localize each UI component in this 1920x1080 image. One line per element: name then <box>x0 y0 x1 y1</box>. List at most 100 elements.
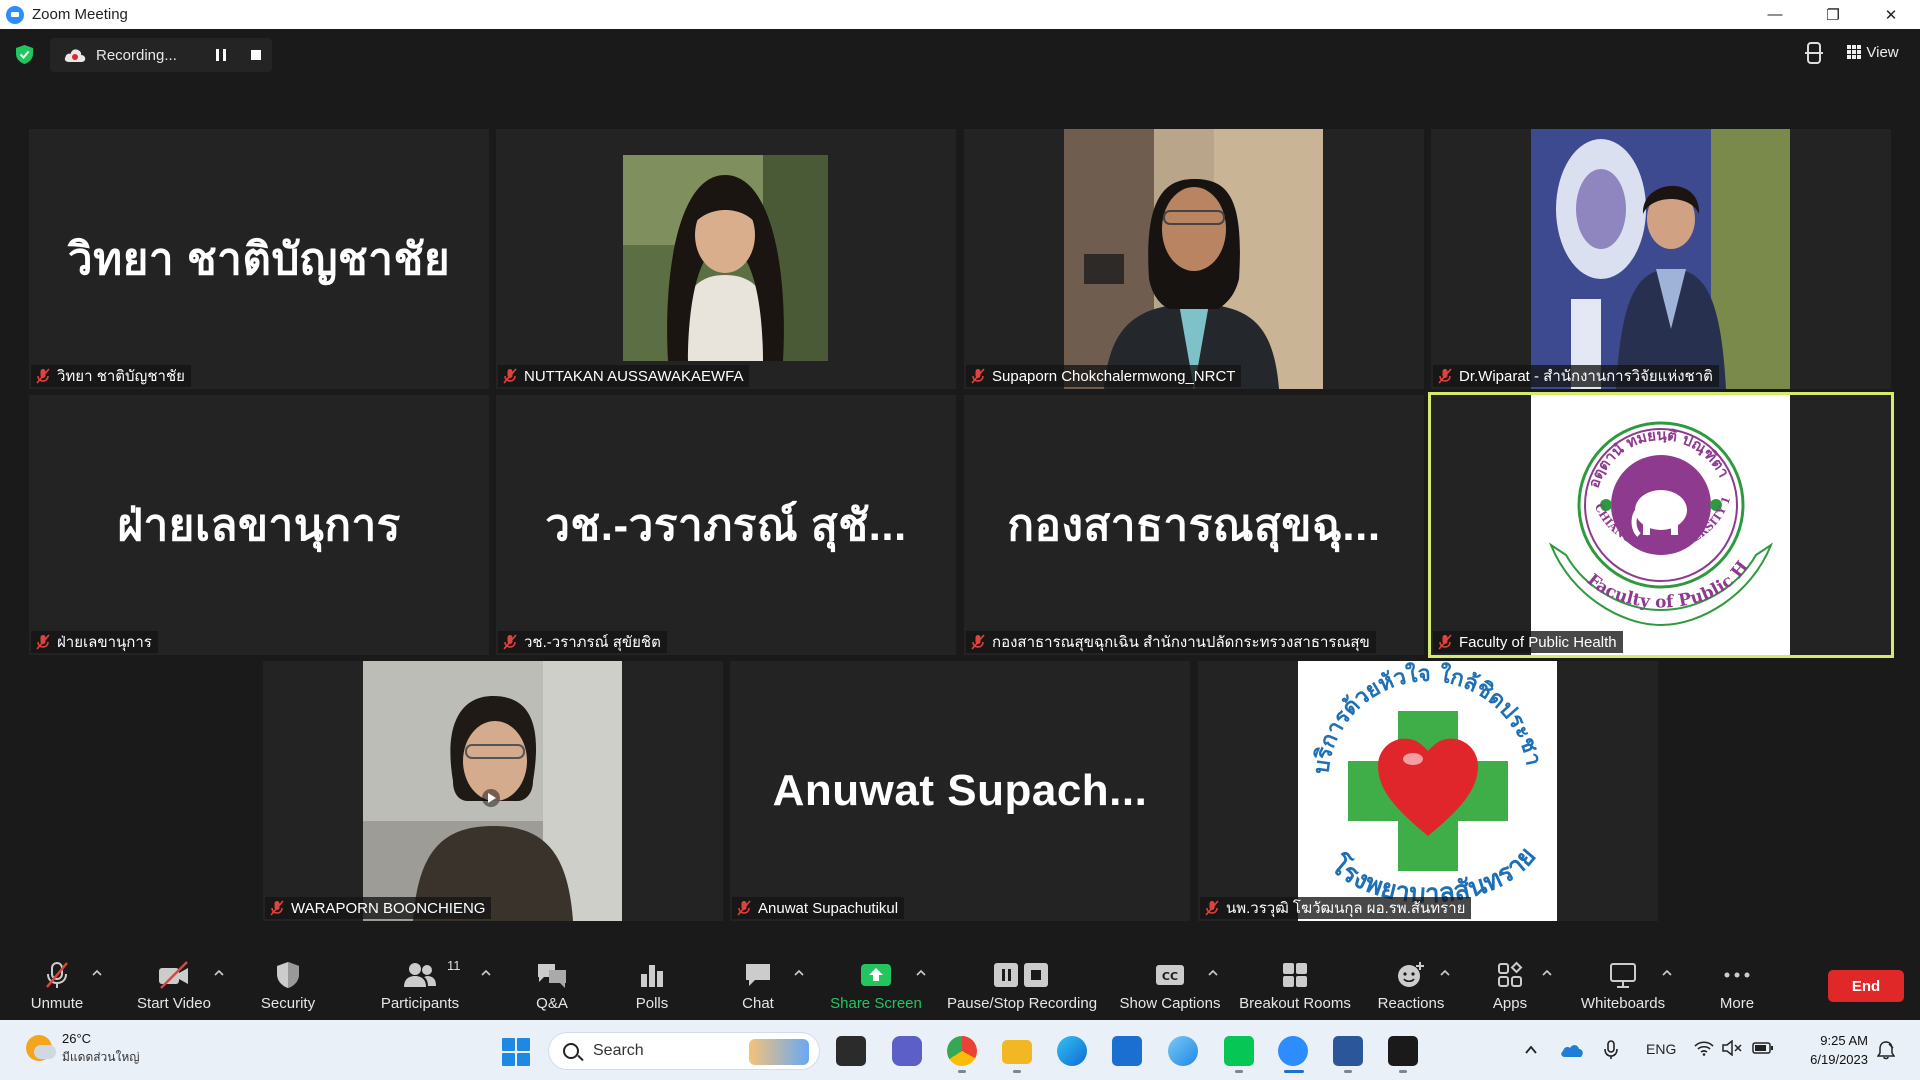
minimize-button[interactable]: — <box>1746 0 1804 29</box>
participant-caption: WARAPORN BOONCHIENG <box>265 897 492 919</box>
teams-meet-icon[interactable] <box>892 1036 922 1066</box>
close-button[interactable]: ✕ <box>1862 0 1920 29</box>
edge-icon[interactable] <box>1057 1036 1087 1066</box>
polls-button[interactable]: Polls <box>628 942 676 1020</box>
file-explorer-icon[interactable] <box>1002 1040 1032 1064</box>
chevron-up-icon[interactable] <box>92 968 102 978</box>
video-tile[interactable]: NUTTAKAN AUSSAWAKAEWFA <box>496 129 956 389</box>
recording-indicator: Recording... <box>50 38 272 72</box>
language-indicator[interactable]: ENG <box>1646 1041 1676 1057</box>
video-tile[interactable]: Supaporn Chokchalermwong_NRCT <box>964 129 1424 389</box>
onedrive-cloud-icon[interactable] <box>1560 1042 1584 1058</box>
chevron-up-icon[interactable] <box>214 968 224 978</box>
battery-icon[interactable] <box>1752 1040 1774 1056</box>
more-dots-icon <box>1724 972 1750 978</box>
windows-taskbar: 26°C มีแดดส่วนใหญ่ Search ENG 9:25 AM 6/… <box>0 1020 1920 1080</box>
chevron-up-icon[interactable] <box>1524 1044 1538 1056</box>
security-button[interactable]: Security <box>256 942 320 1020</box>
bar-chart-icon <box>641 965 663 987</box>
mic-muted-icon <box>503 634 517 650</box>
immersive-view-icon[interactable] <box>1803 41 1825 65</box>
apps-icon <box>1498 961 1523 987</box>
breakout-rooms-icon <box>1283 963 1307 987</box>
participants-button[interactable]: 11 Participants <box>376 942 464 1020</box>
grid-view-icon <box>1847 45 1862 59</box>
video-tile[interactable]: กองสาธารณสุขฉุ... กองสาธารณสุขฉุกเฉิน สำ… <box>964 395 1424 655</box>
chevron-up-icon[interactable] <box>1542 968 1552 978</box>
closed-captions-icon: CC <box>1156 965 1184 985</box>
weather-condition: มีแดดส่วนใหญ่ <box>62 1050 140 1064</box>
start-video-button[interactable]: Start Video <box>130 942 218 1020</box>
restore-button[interactable]: ❐ <box>1804 0 1862 29</box>
pause-recording-icon[interactable] <box>216 49 226 61</box>
chevron-up-icon[interactable] <box>1662 968 1672 978</box>
pause-stop-recording-button[interactable]: Pause/Stop Recording <box>946 942 1098 1020</box>
chevron-up-icon[interactable] <box>916 968 926 978</box>
wifi-icon[interactable] <box>1694 1040 1714 1056</box>
unmute-button[interactable]: Unmute <box>20 942 94 1020</box>
weather-temperature: 26°C <box>62 1031 92 1046</box>
notification-bell-icon[interactable] <box>1877 1040 1895 1060</box>
mic-muted-icon <box>971 634 985 650</box>
weather-app-icon[interactable] <box>1168 1036 1198 1066</box>
video-tile[interactable]: WARAPORN BOONCHIENG <box>263 661 723 921</box>
video-tile[interactable]: Anuwat Supach... Anuwat Supachutikul <box>730 661 1190 921</box>
video-tile[interactable]: วช.-วราภรณ์ สุชั... วช.-วราภรณ์ สุขัยชิต <box>496 395 956 655</box>
more-button[interactable]: More <box>1712 942 1762 1020</box>
participant-display-name: วช.-วราภรณ์ สุชั... <box>545 501 907 550</box>
chevron-up-icon[interactable] <box>1208 968 1218 978</box>
clock-date: 6/19/2023 <box>1810 1052 1868 1067</box>
view-button[interactable]: View <box>1838 37 1908 67</box>
chat-button[interactable]: Chat <box>734 942 782 1020</box>
hospital-logo: บริการด้วยหัวใจ ใกล้ชิดประชา โรงพยาบาลสั… <box>1298 661 1557 921</box>
shield-icon <box>277 962 299 988</box>
mic-muted-icon <box>503 368 517 384</box>
participants-icon <box>404 963 436 987</box>
end-meeting-button[interactable]: End <box>1828 970 1904 1002</box>
acrobat-icon[interactable] <box>1388 1036 1418 1066</box>
store-icon[interactable] <box>1112 1036 1142 1066</box>
share-screen-icon <box>861 964 891 986</box>
search-icon <box>563 1043 579 1059</box>
participant-display-name: วิทยา ชาติบัญชาชัย <box>67 235 451 284</box>
speaker-muted-icon[interactable] <box>1722 1040 1742 1056</box>
video-tile[interactable]: Dr.Wiparat - สำนักงานการวิจัยแห่งชาติ <box>1431 129 1891 389</box>
whiteboards-button[interactable]: Whiteboards <box>1576 942 1670 1020</box>
zoom-taskbar-icon[interactable] <box>1278 1036 1308 1066</box>
video-tile[interactable]: วิทยา ชาติบัญชาชัย วิทยา ชาติบัญชาชัย <box>29 129 489 389</box>
show-captions-button[interactable]: CC Show Captions <box>1116 942 1224 1020</box>
mic-muted-icon <box>1205 900 1219 916</box>
search-label: Search <box>593 1042 644 1059</box>
qa-button[interactable]: Q&A <box>528 942 576 1020</box>
shield-icon[interactable] <box>16 45 33 64</box>
video-tile-active-speaker[interactable]: อตฺตานํ ทมยนฺติ ปณฺฑิตา CHIANG MAI UNIVE… <box>1428 392 1894 658</box>
stop-recording-icon[interactable] <box>251 50 261 60</box>
zoom-app-icon <box>6 5 24 24</box>
system-clock[interactable]: 9:25 AM 6/19/2023 <box>1794 1031 1868 1069</box>
share-screen-button[interactable]: Share Screen <box>828 942 924 1020</box>
microphone-icon[interactable] <box>1604 1040 1618 1060</box>
participant-caption: วิทยา ชาติบัญชาชัย <box>31 365 191 387</box>
chevron-up-icon[interactable] <box>794 968 804 978</box>
chat-bubble-icon <box>746 964 770 986</box>
reactions-button[interactable]: Reactions <box>1374 942 1448 1020</box>
participant-caption: Faculty of Public Health <box>1433 631 1623 653</box>
participant-caption: NUTTAKAN AUSSAWAKAEWFA <box>498 365 750 387</box>
participant-caption: นพ.วรวุฒิ โฆวัฒนกุล ผอ.รพ.สันทราย <box>1200 897 1472 919</box>
weather-widget[interactable]: 26°C มีแดดส่วนใหญ่ <box>26 1030 140 1066</box>
breakout-rooms-button[interactable]: Breakout Rooms <box>1236 942 1354 1020</box>
participants-count: 11 <box>447 958 461 973</box>
chrome-icon[interactable] <box>947 1036 977 1066</box>
chevron-up-icon[interactable] <box>481 968 491 978</box>
task-view-icon[interactable] <box>836 1036 866 1066</box>
video-tile[interactable]: ฝ่ายเลขานุการ ฝ่ายเลขานุการ <box>29 395 489 655</box>
chevron-up-icon[interactable] <box>1440 968 1450 978</box>
video-tile[interactable]: บริการด้วยหัวใจ ใกล้ชิดประชา โรงพยาบาลสั… <box>1198 661 1658 921</box>
taskbar-search[interactable]: Search <box>548 1032 820 1070</box>
participant-display-name: Anuwat Supach... <box>772 766 1148 815</box>
apps-button[interactable]: Apps <box>1488 942 1532 1020</box>
word-icon[interactable] <box>1333 1036 1363 1066</box>
line-icon[interactable] <box>1224 1036 1254 1066</box>
start-windows-icon[interactable] <box>502 1038 530 1066</box>
qa-chat-bubbles-icon <box>538 964 566 988</box>
